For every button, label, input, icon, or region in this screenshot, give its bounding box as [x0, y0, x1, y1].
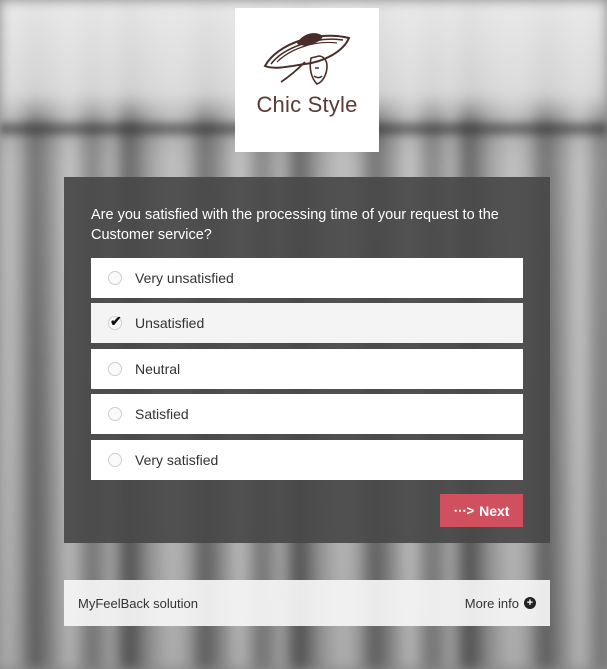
option-label: Neutral — [135, 361, 181, 377]
radio-button-checked[interactable]: ✔ — [108, 313, 122, 330]
radio-button[interactable] — [108, 453, 122, 467]
survey-panel: Are you satisfied with the processing ti… — [64, 177, 550, 543]
brand-name: Chic Style — [256, 92, 358, 117]
option-unsatisfied[interactable]: ✔ Unsatisfied — [91, 303, 523, 343]
more-info-label: More info — [464, 595, 519, 611]
radio-button[interactable] — [108, 362, 122, 376]
option-label: Satisfied — [135, 406, 189, 422]
option-neutral[interactable]: Neutral — [91, 349, 523, 389]
checkmark-icon: ✔ — [110, 313, 122, 329]
footer-credit: MyFeelBack solution — [78, 595, 198, 611]
radio-button[interactable] — [108, 407, 122, 421]
footer-bar: MyFeelBack solution More info + — [64, 580, 550, 626]
hat-woman-logo-icon — [263, 33, 351, 85]
option-very-satisfied[interactable]: Very satisfied — [91, 440, 523, 480]
radio-button[interactable] — [108, 271, 122, 285]
option-label: Very satisfied — [135, 452, 219, 468]
brand-logo: Chic Style — [235, 8, 379, 152]
plus-circle-icon: + — [524, 597, 536, 609]
option-satisfied[interactable]: Satisfied — [91, 394, 523, 434]
survey-question: Are you satisfied with the processing ti… — [91, 207, 499, 243]
next-label: Next — [479, 502, 510, 519]
next-button[interactable]: ⋯> Next — [440, 494, 523, 527]
dotted-arrow-right-icon: ⋯> — [453, 502, 475, 518]
option-label: Unsatisfied — [135, 315, 205, 331]
option-label: Very unsatisfied — [135, 270, 234, 286]
option-very-unsatisfied[interactable]: Very unsatisfied — [91, 258, 523, 298]
more-info-link[interactable]: More info + — [465, 596, 536, 611]
